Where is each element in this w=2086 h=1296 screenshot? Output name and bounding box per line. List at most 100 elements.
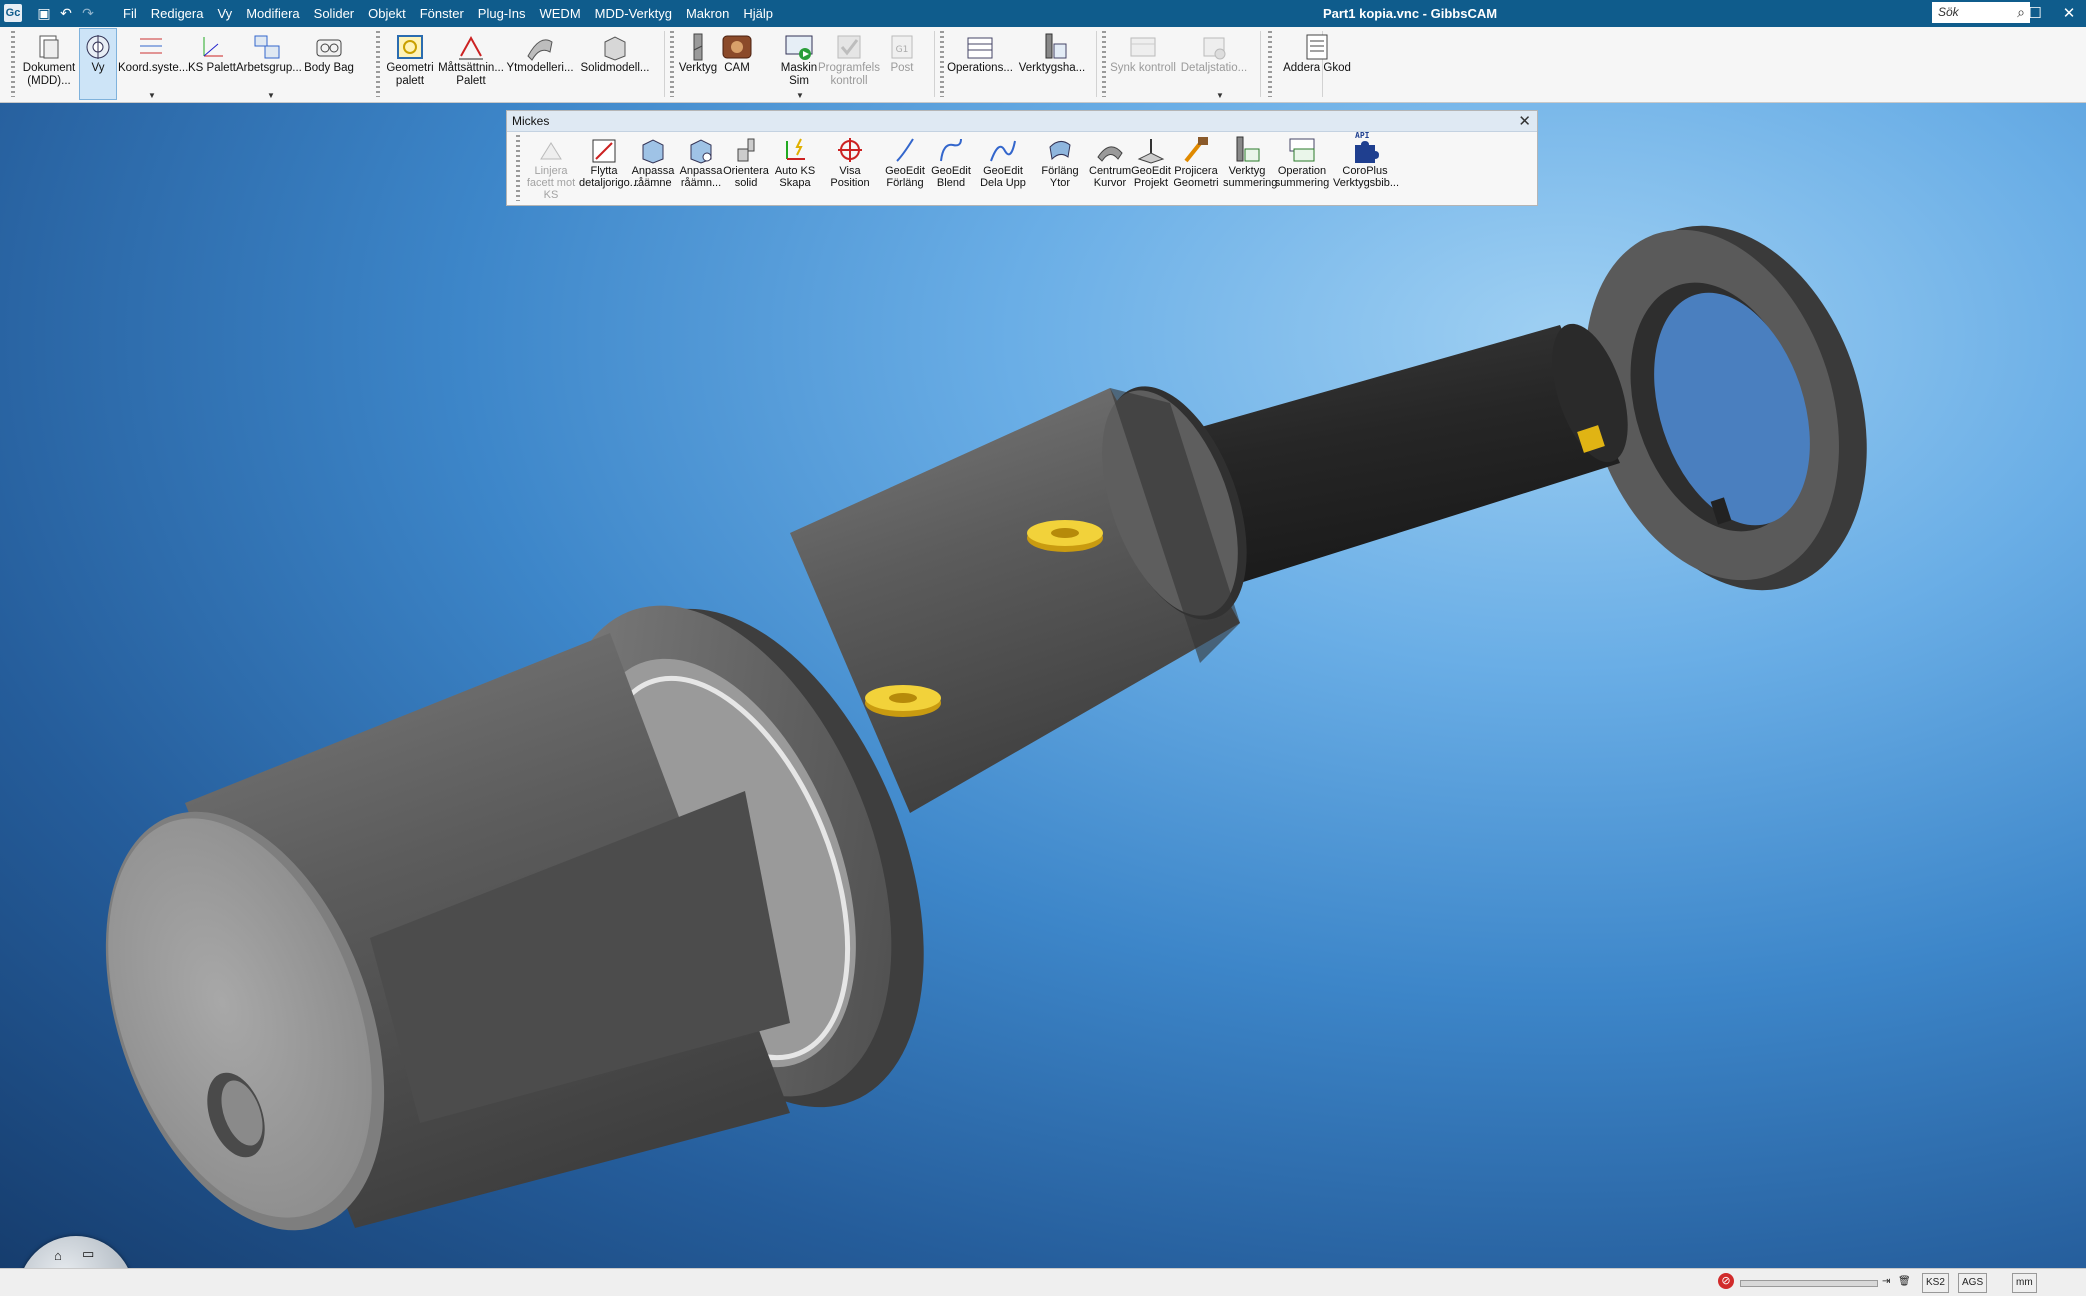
- ribbon-button[interactable]: Synk kontroll: [1108, 29, 1178, 99]
- toolbar-grip[interactable]: [11, 31, 15, 97]
- mickes-button-label: Linjera facett mot KS: [526, 165, 576, 201]
- unit-indicator[interactable]: mm: [2012, 1273, 2037, 1293]
- graphics-viewport[interactable]: ⌂ ▭ ▱ ▱ ◫ ✎ ◉ ⚲: [0, 103, 2086, 1268]
- mickes-button[interactable]: Orientera solid: [723, 135, 769, 203]
- mickes-button[interactable]: Auto KS Skapa: [771, 135, 819, 203]
- home-icon[interactable]: ⌂: [54, 1248, 62, 1263]
- mickes-header[interactable]: Mickes ✕: [507, 111, 1537, 132]
- menu-item[interactable]: Objekt: [361, 0, 413, 27]
- minimize-button[interactable]: —: [1984, 0, 2018, 27]
- mickes-button[interactable]: Flytta detaljorigo...: [579, 135, 639, 203]
- menu-item[interactable]: Redigera: [144, 0, 211, 27]
- ribbon-button[interactable]: CAM: [710, 29, 764, 99]
- menu-item[interactable]: Solider: [307, 0, 361, 27]
- ribbon-button-label: Synk kontroll: [1110, 62, 1176, 74]
- menu-item[interactable]: Fil: [116, 0, 144, 27]
- ribbon-button[interactable]: Geometri palett: [384, 29, 436, 99]
- trash-icon[interactable]: 🗑: [1898, 1273, 1911, 1291]
- menu-item[interactable]: WEDM: [532, 0, 587, 27]
- mickes-button[interactable]: Operation summering: [1273, 135, 1331, 203]
- post-icon: G1: [886, 32, 918, 62]
- close-window-button[interactable]: ✕: [2052, 0, 2086, 27]
- geoedit-extend-icon: [889, 135, 921, 165]
- ribbon-button-label: Addera Gkod: [1283, 62, 1351, 74]
- view-indicator[interactable]: AGS: [1958, 1273, 1988, 1293]
- ribbon-button[interactable]: Addera Gkod: [1280, 29, 1354, 99]
- mickes-button[interactable]: Projicera Geometri: [1171, 135, 1221, 203]
- undo-icon[interactable]: ↶: [56, 4, 76, 23]
- ribbon-button-label: Maskin Sim: [780, 62, 818, 87]
- menu-item[interactable]: Plug-Ins: [471, 0, 533, 27]
- mickes-button[interactable]: Centrum Kurvor: [1089, 135, 1131, 203]
- ribbon-button[interactable]: Body Bag: [298, 29, 360, 99]
- ribbon-button[interactable]: Måttsättnin... Palett: [436, 29, 506, 99]
- go-end-icon[interactable]: ⇥: [1882, 1273, 1890, 1291]
- geoedit-blend-icon: [935, 135, 967, 165]
- ribbon-button[interactable]: Koord.syste...: [118, 29, 188, 99]
- tool-summary-icon: [1231, 135, 1263, 165]
- mickes-button[interactable]: Anpassa råämn...: [677, 135, 725, 203]
- ribbon-button[interactable]: Verktygsha...: [1016, 29, 1088, 99]
- mickes-button[interactable]: Anpassa råämne: [629, 135, 677, 203]
- toolbar-grip[interactable]: [516, 135, 520, 201]
- window-controls: — ☐ ✕: [1984, 0, 2086, 27]
- toolbar-grip[interactable]: [940, 31, 944, 97]
- mickes-button[interactable]: Verktyg summering: [1223, 135, 1277, 203]
- fit-stock-icon: [637, 135, 669, 165]
- ribbon-button[interactable]: G1 Post: [880, 29, 924, 99]
- toolbar-separator: [664, 31, 665, 97]
- ribbon-button[interactable]: Ytmodelleri...: [506, 29, 574, 99]
- shaft[interactable]: [1180, 315, 1643, 583]
- center-curve-icon: [1094, 135, 1126, 165]
- ribbon-button[interactable]: Vy: [79, 28, 117, 100]
- ribbon-button-label: Post: [890, 62, 914, 74]
- mickes-button[interactable]: Förläng Ytor: [1033, 135, 1087, 203]
- axis-icon: [196, 32, 228, 62]
- maximize-button[interactable]: ☐: [2018, 0, 2052, 27]
- status-bar: ⊘ ⇥ 🗑 KS2 AGS mm: [0, 1268, 2086, 1296]
- geoedit-split-icon: [987, 135, 1019, 165]
- ribbon-button[interactable]: KS Palett: [188, 29, 236, 99]
- redo-icon[interactable]: ↷: [78, 4, 98, 23]
- mickes-button-label: Anpassa råämn...: [679, 165, 723, 189]
- view-icon: [82, 32, 114, 62]
- menu-item[interactable]: Fönster: [413, 0, 471, 27]
- mickes-button-label: GeoEdit Dela Upp: [980, 165, 1026, 189]
- ribbon-button[interactable]: Operations...: [946, 29, 1014, 99]
- toolbar-grip[interactable]: [1268, 31, 1272, 97]
- ribbon-button-label: Vy: [91, 62, 105, 74]
- mickes-button[interactable]: API CoroPlus Verktygsbib...: [1333, 131, 1399, 203]
- mickes-button[interactable]: GeoEdit Blend: [929, 135, 973, 203]
- part-model[interactable]: [0, 103, 2086, 1268]
- ribbon-button[interactable]: Arbetsgrup...: [236, 29, 302, 99]
- screw[interactable]: [1027, 520, 1103, 552]
- save-icon[interactable]: ▣: [34, 4, 54, 23]
- menu-item[interactable]: Makron: [679, 0, 736, 27]
- ribbon-button[interactable]: Dokument (MDD)...: [20, 29, 78, 99]
- ribbon-button[interactable]: Programfels kontroll: [818, 29, 880, 99]
- menu-item[interactable]: Modifiera: [239, 0, 306, 27]
- mickes-button[interactable]: Linjera facett mot KS: [523, 135, 579, 203]
- machine-sim-icon: [783, 32, 815, 62]
- ribbon-button[interactable]: Solidmodell...: [580, 29, 650, 99]
- mickes-button-label: Operation summering: [1274, 165, 1330, 189]
- cs-indicator[interactable]: KS2: [1922, 1273, 1949, 1293]
- ribbon-button[interactable]: Maskin Sim: [776, 29, 822, 99]
- menu-item[interactable]: MDD-Verktyg: [588, 0, 679, 27]
- app-logo[interactable]: Gc: [4, 4, 22, 22]
- fit-view-icon[interactable]: ▭: [82, 1246, 94, 1262]
- toolbar-grip[interactable]: [376, 31, 380, 97]
- mickes-button[interactable]: Visa Position: [819, 135, 881, 203]
- mickes-button[interactable]: GeoEdit Dela Upp: [975, 135, 1031, 203]
- menu-item[interactable]: Vy: [210, 0, 239, 27]
- menu-item[interactable]: Hjälp: [736, 0, 780, 27]
- toolbar-grip[interactable]: [1102, 31, 1106, 97]
- stop-icon[interactable]: ⊘: [1718, 1273, 1734, 1289]
- ribbon-button-label: Operations...: [947, 62, 1013, 74]
- mickes-button[interactable]: GeoEdit Projekt: [1131, 135, 1171, 203]
- toolbar-grip[interactable]: [670, 31, 674, 97]
- screw[interactable]: [865, 685, 941, 717]
- close-icon[interactable]: ✕: [1518, 112, 1531, 130]
- mickes-button[interactable]: GeoEdit Förläng: [883, 135, 927, 203]
- ribbon-button[interactable]: Detaljstatio...: [1178, 29, 1250, 99]
